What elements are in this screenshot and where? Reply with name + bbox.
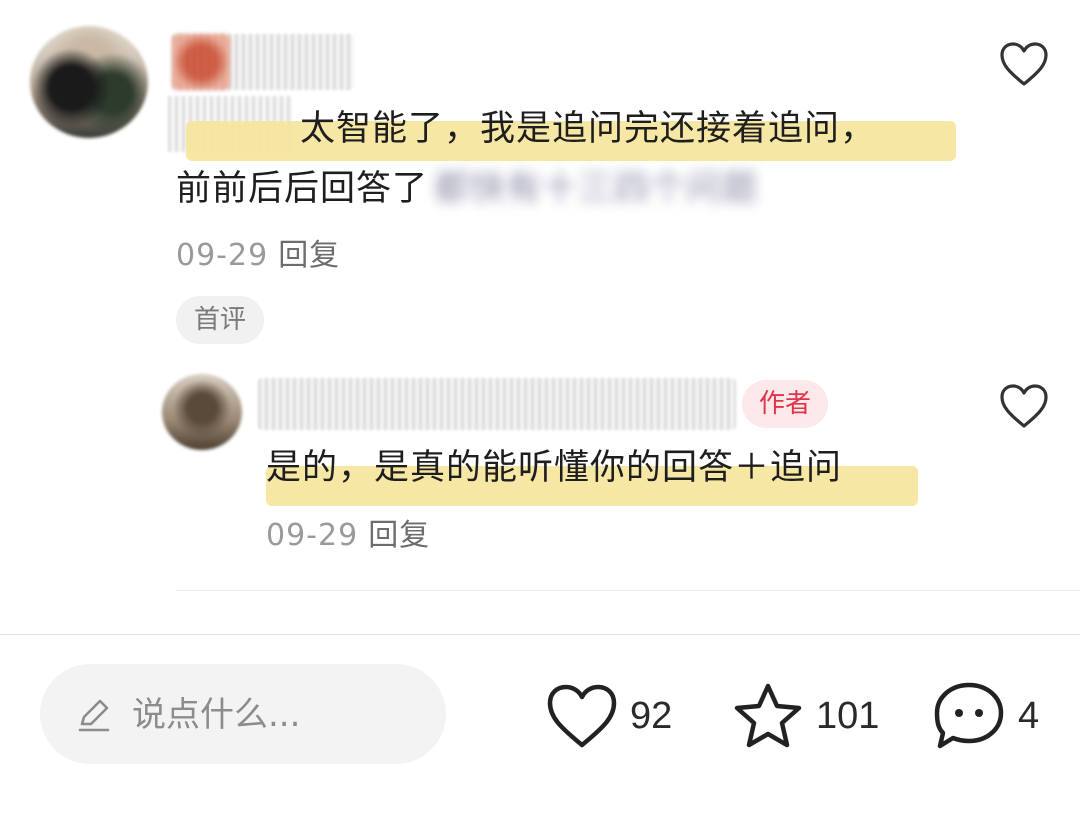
comment-text-redacted: 都快有十三四个问题 — [434, 169, 759, 209]
comment-action[interactable]: 4 — [932, 676, 1039, 756]
reply-meta: 09-29 回复 — [266, 510, 430, 554]
reply-author-name-redacted[interactable] — [258, 378, 736, 430]
reply-reply-button[interactable]: 回复 — [368, 518, 430, 553]
comment-like-icon[interactable] — [998, 40, 1050, 88]
commenter-badge-redacted — [172, 34, 230, 90]
comment-text-line1: 太智能了，我是追问完还接着追问， — [300, 109, 877, 149]
favorite-count: 101 — [816, 694, 880, 737]
author-tag: 作者 — [742, 380, 828, 428]
heart-outline-icon[interactable] — [546, 683, 618, 749]
star-outline-icon[interactable] — [732, 681, 804, 751]
bottom-bar-divider — [0, 634, 1080, 635]
comment-count: 4 — [1018, 694, 1040, 737]
reply-button[interactable]: 回复 — [278, 238, 340, 273]
commenter-avatar[interactable] — [30, 26, 148, 138]
comment-text-line2: 前前后后回答了 都快有十三四个问题 — [176, 158, 758, 220]
comment-meta: 09-29 回复 — [176, 230, 340, 274]
comment-input-placeholder[interactable]: 说点什么... — [132, 690, 300, 740]
comment-date: 09-29 — [176, 238, 269, 273]
first-comment-tag: 首评 — [176, 296, 264, 344]
reply-avatar[interactable] — [162, 374, 242, 450]
like-action[interactable]: 92 — [546, 676, 672, 756]
reply-divider — [176, 590, 1080, 591]
like-count: 92 — [630, 694, 673, 737]
reply-date: 09-29 — [266, 518, 359, 553]
favorite-action[interactable]: 101 — [732, 676, 879, 756]
reply-text: 是的，是真的能听懂你的回答＋追问 — [266, 448, 843, 488]
chat-bubble-icon[interactable] — [932, 680, 1006, 752]
comment-text-visible: 前前后后回答了 — [176, 169, 429, 209]
reply-like-icon[interactable] — [998, 382, 1050, 430]
pencil-icon — [78, 699, 110, 732]
